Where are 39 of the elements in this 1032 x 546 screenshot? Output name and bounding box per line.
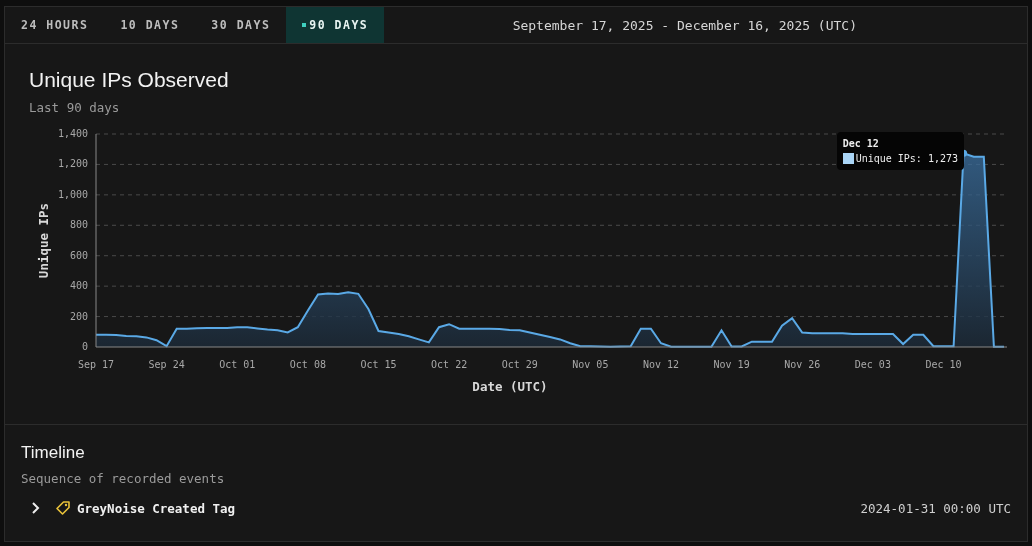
- x-tick-label: Dec 10: [925, 359, 962, 370]
- y-tick-label: 200: [69, 310, 88, 322]
- y-tick-label: 600: [69, 249, 88, 261]
- tag-icon: [55, 500, 71, 516]
- y-tick-label: 800: [69, 219, 88, 231]
- x-tick-label: Dec 03: [854, 359, 891, 370]
- y-tick-label: 1,400: [57, 128, 88, 139]
- range-tab[interactable]: 10 DAYS: [104, 7, 196, 43]
- section-subtitle: Sequence of recorded events: [21, 471, 226, 486]
- x-tick-label: Nov 19: [713, 359, 750, 370]
- legend-swatch: [842, 153, 854, 164]
- tooltip-value: Unique IPs: 1,273: [855, 153, 958, 164]
- x-tick-label: Oct 29: [501, 359, 538, 370]
- x-tick-label: Oct 15: [360, 359, 397, 370]
- x-axis-title: Date (UTC): [472, 379, 548, 394]
- y-tick-label: 0: [81, 341, 88, 352]
- x-tick-label: Oct 22: [431, 359, 468, 370]
- range-tab[interactable]: 90 DAYS: [286, 7, 385, 43]
- section-title: Timeline: [21, 443, 86, 463]
- x-tick-label: Oct 01: [219, 359, 256, 370]
- y-tick-label: 400: [69, 280, 88, 292]
- chevron-icon[interactable]: [31, 501, 41, 515]
- range-tab[interactable]: 24 HOURS: [5, 7, 105, 43]
- chart-subtitle: Last 90 days: [29, 100, 121, 115]
- range-tab[interactable]: 30 DAYS: [195, 7, 287, 43]
- event-timestamp: 2024-01-31 00:00 UTC: [860, 500, 1011, 516]
- date-range: September 17, 2025 - December 16, 2025 (UTC): [512, 17, 857, 33]
- y-tick-label: 1,000: [57, 188, 88, 200]
- x-tick-label: Nov 26: [784, 359, 821, 370]
- y-axis-title: Unique IPs: [36, 202, 51, 279]
- x-tick-label: Sep 24: [148, 359, 185, 370]
- x-tick-label: Nov 12: [642, 359, 680, 370]
- x-tick-label: Oct 08: [289, 359, 326, 370]
- y-tick-label: 1,200: [57, 158, 88, 170]
- event-title: GreyNoise Created Tag: [77, 500, 236, 516]
- x-tick-label: Sep 17: [77, 359, 115, 370]
- chart-title: Unique IPs Observed: [29, 68, 230, 92]
- tooltip-date: Dec 12: [842, 138, 880, 149]
- x-tick-label: Nov 05: [572, 359, 609, 370]
